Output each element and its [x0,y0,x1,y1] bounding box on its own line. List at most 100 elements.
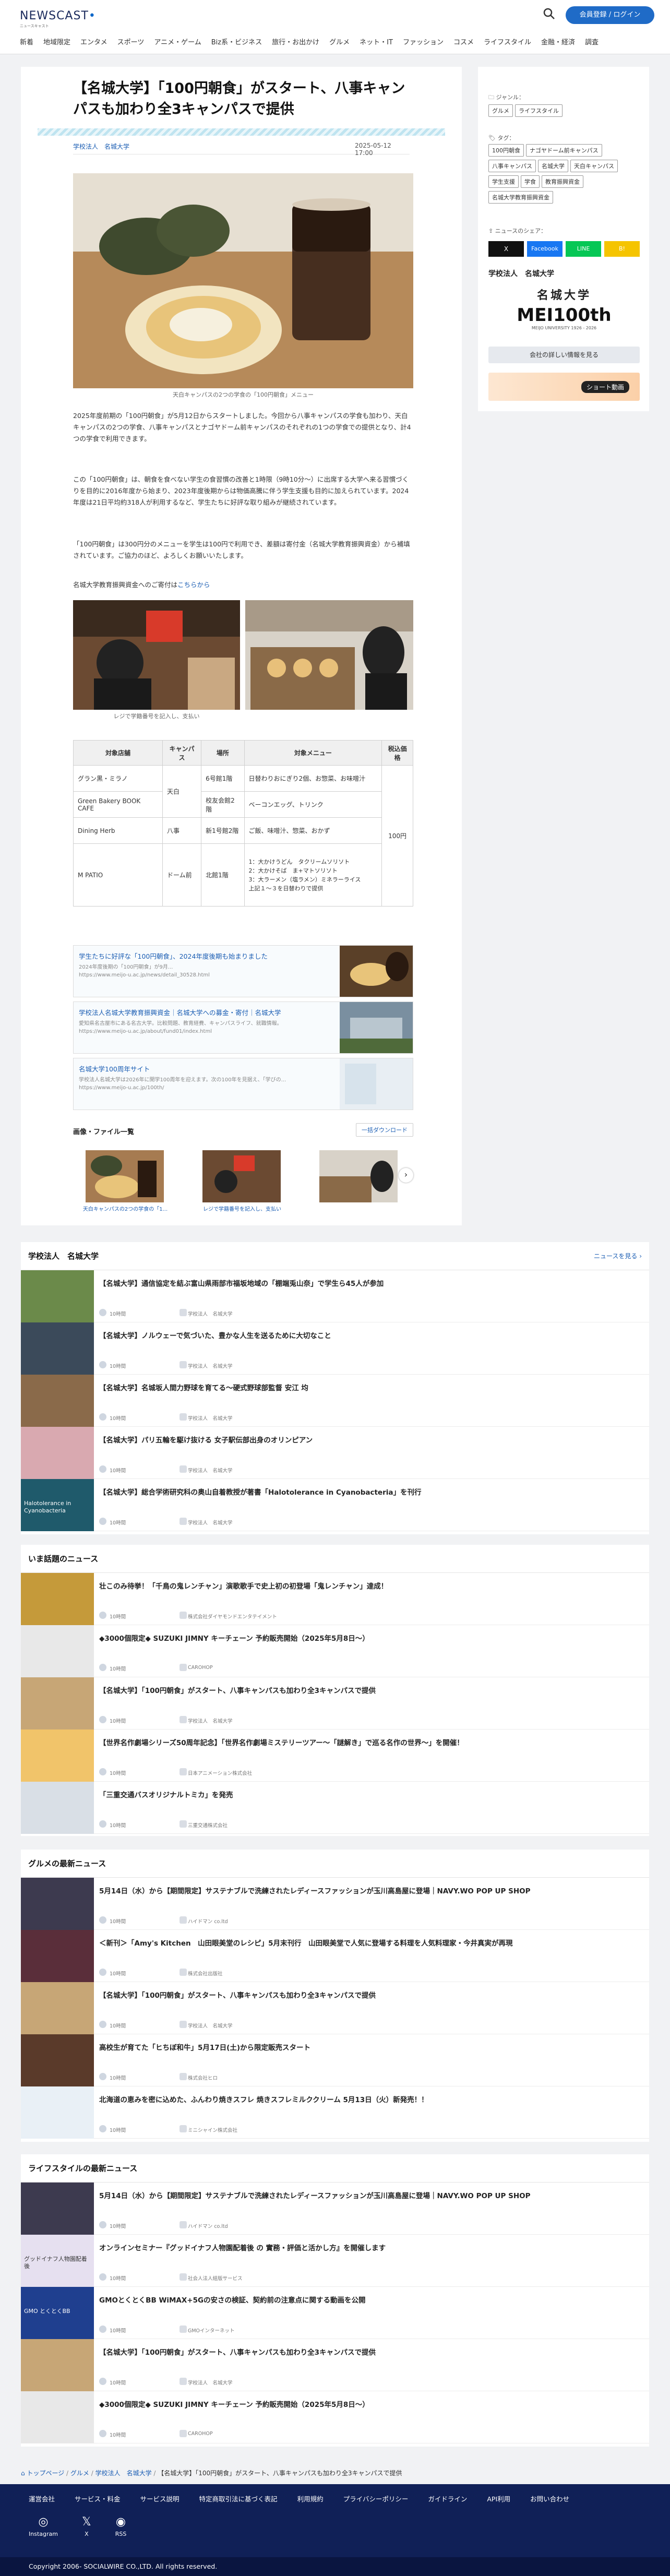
breadcrumb-link[interactable]: グルメ [70,2470,89,2477]
nav-item-1[interactable]: 地域限定 [43,37,70,46]
instagram-link[interactable]: ◎ Instagram [29,2515,58,2537]
breadcrumb-link[interactable]: 学校法人 名城大学 [95,2470,152,2477]
donation-link[interactable]: こちらから [177,581,210,589]
share-x-button[interactable]: X [488,241,524,257]
nav-item-2[interactable]: エンタメ [80,37,107,46]
footer-link[interactable]: サービス説明 [140,2494,180,2503]
news-thumbnail[interactable]: グッドイナフ人物園配着後 [21,2235,94,2287]
news-company[interactable]: 学校法人 名城大学 [188,1717,233,1724]
news-thumbnail[interactable] [21,2086,94,2139]
company-info-button[interactable]: 会社の詳しい情報を見る [488,347,640,363]
news-company[interactable]: 学校法人 名城大学 [188,1362,233,1369]
share-facebook-button[interactable]: Facebook [527,241,563,257]
footer-link[interactable]: お問い合わせ [530,2494,569,2503]
news-company[interactable]: GMOインターネット [188,2327,235,2334]
news-thumbnail[interactable] [21,1427,94,1479]
news-item[interactable]: ＜新刊＞「Amy's Kitchen 山田眼美堂のレシピ」5月末刊行 山田眼美堂… [21,1930,649,1982]
footer-link[interactable]: サービス・料金 [75,2494,121,2503]
news-title[interactable]: 北海道の恵みを密に込めた、ふんわり焼きスフレ 焼きスフレミルククリーム 5月13… [99,2094,637,2104]
nav-item-6[interactable]: 旅行・お出かけ [272,37,319,46]
topic-tag[interactable]: 名城大学教育振興資金 [488,191,553,204]
news-company[interactable]: 日本アニメーション株式会社 [188,1769,252,1776]
news-company[interactable]: 学校法人 名城大学 [188,1310,233,1317]
nav-item-5[interactable]: Biz系・ビジネス [211,37,262,46]
news-title[interactable]: 【名城大学】パリ五輪を駆け抜ける 女子駅伝部出身のオリンピアン [99,1434,637,1445]
gallery-thumb[interactable] [86,1150,164,1202]
news-title[interactable]: 5月14日（水）から【期間限定】サステナブルで洗練されたレディースファッションが… [99,1885,637,1895]
gallery-thumb[interactable] [319,1150,398,1202]
news-thumbnail[interactable]: GMO とくとくBB [21,2287,94,2339]
news-title[interactable]: 【名城大学】ノルウェーで気づいた、豊かな人生を送るために大切なこと [99,1330,637,1340]
news-company[interactable]: ミニシャイン株式会社 [188,2126,237,2133]
news-item[interactable]: GMO とくとくBB GMOとくとくBB WiMAX+5Gの安さの検証、契約前の注… [21,2287,649,2339]
news-item[interactable]: 高校生が育てた「ヒちぼ和牛」5月17日(土)から限定販売スタート 10時間 株式会社… [21,2034,649,2086]
news-thumbnail[interactable] [21,2183,94,2235]
news-company[interactable]: 学校法人 名城大学 [188,1466,233,1474]
news-title[interactable]: 【名城大学】「100円朝食」がスタート、八事キャンパスも加わり全3キャンパスで提… [99,1989,637,2000]
news-item[interactable]: 【名城大学】ノルウェーで気づいた、豊かな人生を送るために大切なこと 10時間 学校法… [21,1322,649,1375]
news-title[interactable]: 【名城大学】名城坂人間力野球を育てる～硬式野球部監督 安江 均 [99,1382,637,1392]
news-title[interactable]: 【名城大学】総合学術研究科の奥山自着教授が著書「Halotolerance in… [99,1486,637,1497]
genre-tag[interactable]: グルメ [488,104,513,117]
news-title[interactable]: オンラインセミナー『グッドイナフ人物園配着後 の 實務・評価と活かし方』を開催し… [99,2242,637,2252]
news-company[interactable]: 学校法人 名城大学 [188,2379,233,2386]
topic-tag[interactable]: 八事キャンパス [488,160,536,172]
org-name[interactable]: 学校法人 名城大学 [488,268,554,279]
link-card[interactable]: 学校法人名城大学教育振興資金｜名城大学への募金・寄付｜名城大学 愛知県名古屋市に… [73,1001,413,1054]
news-item[interactable]: 5月14日（水）から【期間限定】サステナブルで洗練されたレディースファッションが… [21,2183,649,2235]
news-thumbnail[interactable] [21,2034,94,2086]
news-title[interactable]: 【名城大学】「100円朝食」がスタート、八事キャンパスも加わり全3キャンパスで提… [99,1685,637,1695]
news-thumbnail[interactable] [21,2391,94,2443]
news-title[interactable]: 【名城大学】「100円朝食」がスタート、八事キャンパスも加わり全3キャンパスで提… [99,2346,637,2357]
news-title[interactable]: 壮このみ待挙！「千鳥の鬼レンチャン」演歌歌手で史上初の初登場「鬼レンチャン」達成… [99,1580,637,1591]
news-title[interactable]: ◆3000個限定◆ SUZUKI JIMNY キーチェーン 予約販売開始（202… [99,1632,637,1643]
link-card[interactable]: 名城大学100周年サイト 学校法人名城大学は2026年に開学100周年を迎えます… [73,1058,413,1110]
see-more-link[interactable]: ニュースを見る › [594,1251,642,1260]
news-company[interactable]: CAROHOP [188,1665,213,1671]
gallery-thumb[interactable] [202,1150,281,1202]
genre-tag[interactable]: ライフスタイル [515,104,563,117]
news-item[interactable]: 【名城大学】パリ五輪を駆け抜ける 女子駅伝部出身のオリンピアン 10時間 学校法人 … [21,1427,649,1479]
topic-tag[interactable]: 100円朝食 [488,144,524,157]
news-item[interactable]: 【名城大学】通信協定を結ぶ富山県雨部市福坂地域の「棚端兎山奈」で学生ら45人が参… [21,1270,649,1322]
nav-item-4[interactable]: アニメ・ゲーム [154,37,201,46]
topic-tag[interactable]: 天白キャンパス [570,160,618,172]
photo-register-left[interactable] [73,600,240,710]
footer-link[interactable]: 特定商取引法に基づく表記 [199,2494,278,2503]
link-card[interactable]: 学生たちに好評な「100円朝食」、2024年度後期も始まりました 2024年度後… [73,945,413,997]
news-company[interactable]: 学校法人 名城大学 [188,1519,233,1526]
news-item[interactable]: 「三重交通バスオリジナルトミカ」を発売 10時間 三重交通株式会社 [21,1782,649,1834]
news-title[interactable]: GMOとくとくBB WiMAX+5Gの安さの検証、契約前の注意点に関する動画を公… [99,2294,637,2305]
news-item[interactable]: 【世界名作劇場シリーズ50周年記念】「世界名作劇場ミステリーツアー〜「謎解き」で… [21,1730,649,1782]
site-logo[interactable]: NEWSCAST• ニュースキャスト [20,9,96,29]
news-thumbnail[interactable] [21,1322,94,1375]
article-source[interactable]: 学校法人 名城大学 [73,142,129,151]
news-title[interactable]: ＜新刊＞「Amy's Kitchen 山田眼美堂のレシピ」5月末刊行 山田眼美堂… [99,1937,637,1948]
news-item[interactable]: 壮このみ待挙！「千鳥の鬼レンチャン」演歌歌手で史上初の初登場「鬼レンチャン」達成… [21,1573,649,1625]
topic-tag[interactable]: 名城大学 [538,160,568,172]
bulk-download-button[interactable]: 一括ダウンロード [356,1123,413,1137]
share-hatena-button[interactable]: B! [604,241,640,257]
news-thumbnail[interactable] [21,1982,94,2034]
news-title[interactable]: 「三重交通バスオリジナルトミカ」を発売 [99,1789,637,1799]
news-company[interactable]: 株式会社出版社 [188,1970,223,1977]
news-title[interactable]: 【世界名作劇場シリーズ50周年記念】「世界名作劇場ミステリーツアー〜「謎解き」で… [99,1737,637,1747]
topic-tag[interactable]: 学生支援 [488,175,519,188]
share-line-button[interactable]: LINE [566,241,601,257]
main-photo[interactable] [73,173,413,388]
news-thumbnail[interactable] [21,1375,94,1427]
news-title[interactable]: 高校生が育てた「ヒちぼ和牛」5月17日(土)から限定販売スタート [99,2042,637,2052]
news-company[interactable]: 学校法人 名城大学 [188,1414,233,1422]
news-thumbnail[interactable] [21,1573,94,1625]
news-thumbnail[interactable] [21,1270,94,1322]
news-thumbnail[interactable] [21,1930,94,1982]
login-button[interactable]: 会員登録 / ログイン [566,6,654,24]
footer-link[interactable]: API利用 [487,2494,510,2503]
news-thumbnail[interactable]: Halotolerance in Cyanobacteria [21,1479,94,1531]
news-item[interactable]: ◆3000個限定◆ SUZUKI JIMNY キーチェーン 予約販売開始（202… [21,1625,649,1677]
news-item[interactable]: 5月14日（水）から【期間限定】サステナブルで洗練されたレディースファッションが… [21,1878,649,1930]
news-thumbnail[interactable] [21,2339,94,2391]
nav-item-12[interactable]: 金融・経済 [541,37,575,46]
chevron-right-icon[interactable]: › [399,1168,413,1183]
footer-link[interactable]: 利用規約 [297,2494,324,2503]
